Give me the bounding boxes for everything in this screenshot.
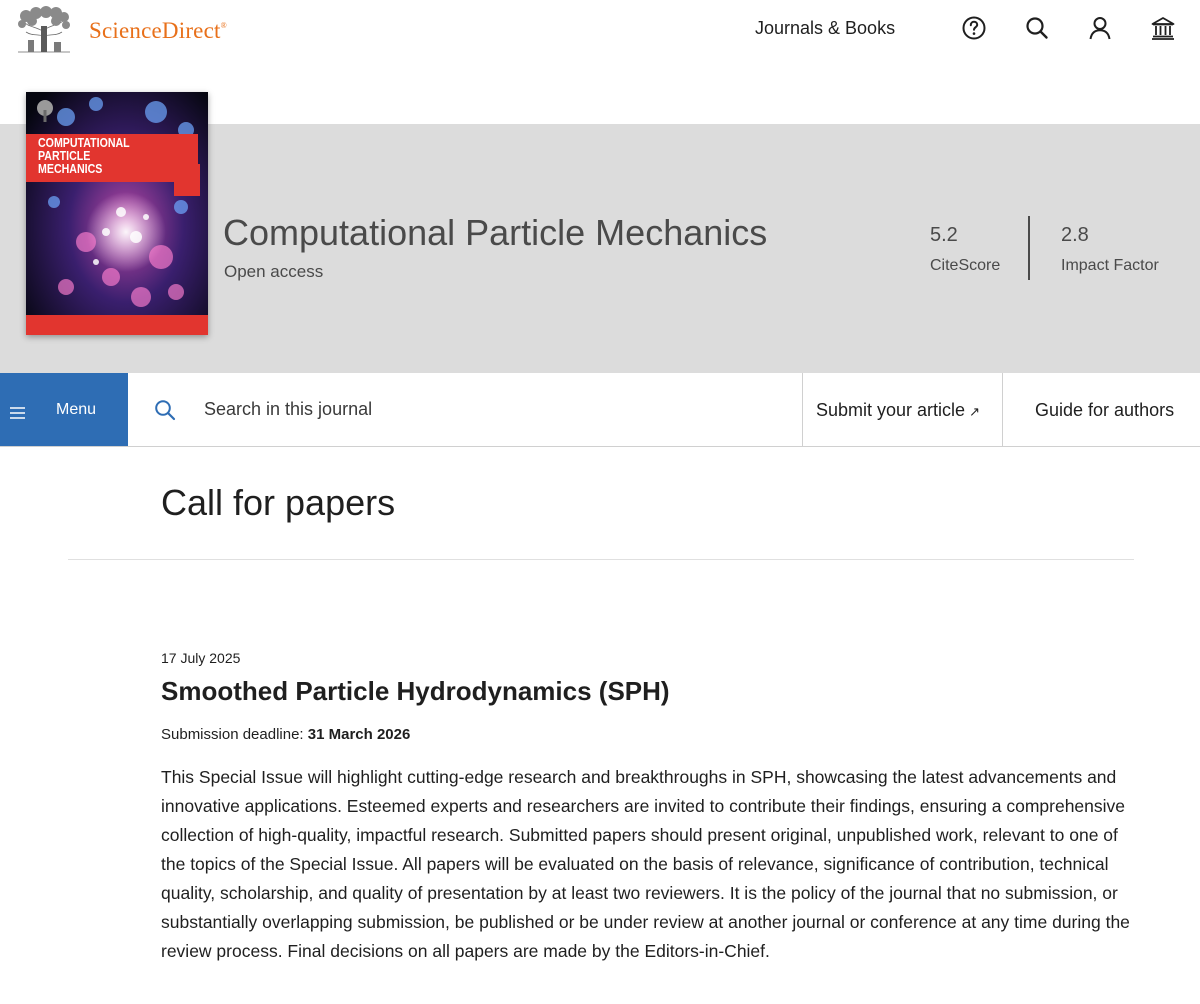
impact-factor-label: Impact Factor — [1061, 257, 1159, 274]
journal-cover-image[interactable]: Computational Particle Mechanics — [26, 92, 208, 335]
journal-nav-bar: Menu Submit your article↗ Guide for auth… — [0, 373, 1200, 447]
search-icon[interactable] — [1022, 13, 1052, 43]
deadline-value: 31 March 2026 — [307, 726, 411, 743]
guide-for-authors-link[interactable]: Guide for authors — [1035, 400, 1174, 421]
impact-factor-value: 2.8 — [1061, 224, 1089, 246]
citescore-label: CiteScore — [930, 257, 1001, 274]
cover-title: Computational Particle Mechanics — [38, 136, 130, 176]
cover-editors-tag — [174, 164, 200, 196]
cover-publisher-logo-icon — [32, 98, 58, 124]
external-link-icon: ↗ — [969, 404, 980, 419]
help-icon[interactable] — [959, 13, 989, 43]
page-title: Call for papers — [161, 482, 396, 523]
submit-article-label: Submit your article — [816, 400, 966, 420]
submit-article-link[interactable]: Submit your article ↗ — [816, 400, 980, 421]
institution-icon[interactable] — [1148, 13, 1178, 43]
metric-divider — [1028, 216, 1030, 280]
journal-title[interactable]: Computational Particle Mechanics — [223, 212, 767, 254]
journal-search-icon[interactable] — [154, 399, 176, 421]
hamburger-icon — [10, 407, 25, 419]
citescore-metric[interactable]: 5.2 CiteScore — [930, 224, 1000, 275]
menu-label: Menu — [56, 401, 97, 418]
sciencedirect-brand[interactable]: ScienceDirect® — [89, 18, 227, 44]
submission-deadline: Submission deadline: 31 March 2026 — [161, 726, 410, 743]
user-icon[interactable] — [1085, 13, 1115, 43]
journals-books-link[interactable]: Journals & Books — [755, 18, 895, 39]
cfp-title-link[interactable]: Smoothed Particle Hydrodynamics (SPH) — [161, 676, 670, 707]
nav-divider — [802, 373, 803, 446]
section-divider — [68, 559, 1134, 560]
cover-bottom-band — [26, 315, 208, 335]
cfp-description: This Special Issue will highlight cuttin… — [161, 767, 1130, 961]
cfp-date: 17 July 2025 — [161, 650, 241, 666]
deadline-label: Submission deadline: — [161, 726, 304, 743]
site-header: ScienceDirect® Journals & Books — [0, 0, 1200, 60]
impact-factor-metric[interactable]: 2.8 Impact Factor — [1061, 224, 1159, 275]
journal-search-input[interactable] — [204, 389, 784, 429]
open-access-label: Open access — [224, 262, 324, 281]
citescore-value: 5.2 — [930, 224, 958, 246]
menu-button[interactable]: Menu — [0, 373, 128, 446]
nav-divider — [1002, 373, 1003, 446]
elsevier-logo-icon[interactable] — [14, 6, 74, 54]
